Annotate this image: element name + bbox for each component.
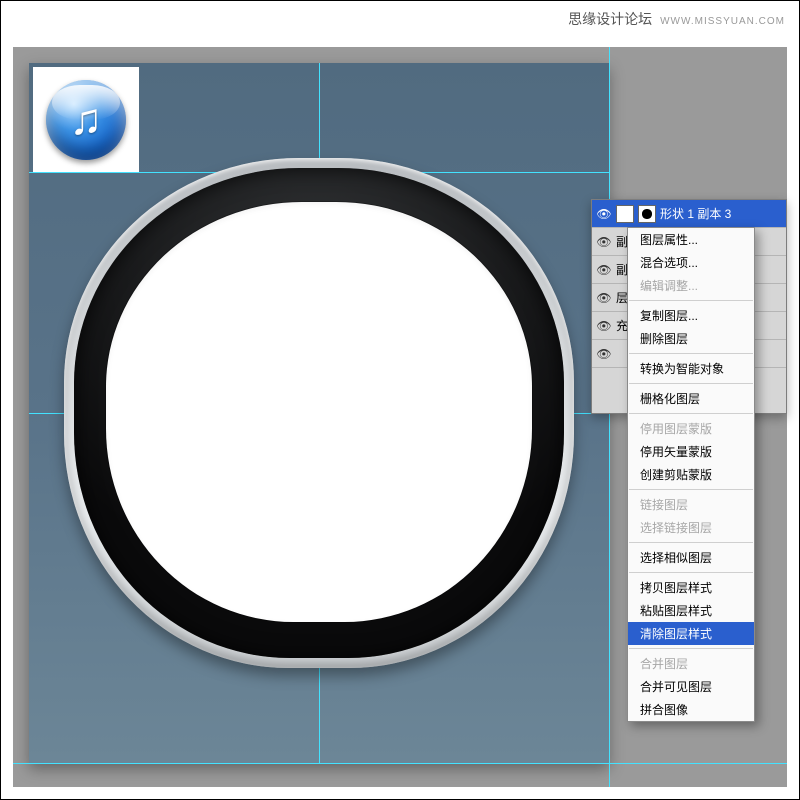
context-menu-item[interactable]: 图层属性... (628, 228, 754, 251)
context-menu-item: 停用图层蒙版 (628, 417, 754, 440)
context-menu-item[interactable]: 拷贝图层样式 (628, 576, 754, 599)
context-menu-item[interactable]: 停用矢量蒙版 (628, 440, 754, 463)
shape-dark-ring (74, 168, 564, 658)
menu-separator (629, 413, 753, 414)
watermark-text: 思缘设计论坛 (568, 9, 652, 29)
layer-name-label[interactable]: 形状 1 副本 3 (660, 205, 782, 222)
context-menu-item[interactable]: 删除图层 (628, 327, 754, 350)
context-menu-item[interactable]: 选择相似图层 (628, 546, 754, 569)
shape-outer-bevel[interactable] (64, 158, 574, 668)
workspace: ♫ 👁形状 1 副本 3👁副本 2👁副本👁层👁充 1👁 图层属性...混合选项.… (13, 47, 787, 787)
menu-separator (629, 542, 753, 543)
visibility-eye-icon[interactable]: 👁 (596, 291, 612, 305)
menu-separator (629, 300, 753, 301)
menu-separator (629, 489, 753, 490)
menu-separator (629, 353, 753, 354)
visibility-eye-icon[interactable]: 👁 (596, 319, 612, 333)
layer-context-menu[interactable]: 图层属性...混合选项...编辑调整... 复制图层...删除图层转换为智能对象栅… (627, 227, 755, 722)
itunes-icon: ♫ (46, 80, 126, 160)
context-menu-item: 链接图层 (628, 493, 754, 516)
context-menu-item: 合并图层 (628, 652, 754, 675)
context-menu-item[interactable]: 混合选项... (628, 251, 754, 274)
menu-separator (629, 572, 753, 573)
context-menu-item[interactable]: 拼合图像 (628, 698, 754, 721)
context-menu-item[interactable]: 清除图层样式 (628, 622, 754, 645)
context-menu-item[interactable]: 创建剪贴蒙版 (628, 463, 754, 486)
reference-thumbnail: ♫ (33, 67, 139, 173)
screenshot-frame: 思缘设计论坛 WWW.MISSYUAN.COM ♫ (0, 0, 800, 800)
document-canvas[interactable]: ♫ (29, 63, 609, 763)
context-menu-item[interactable]: 栅格化图层 (628, 387, 754, 410)
guide-vertical-right[interactable] (609, 47, 610, 787)
shape-white-fill (106, 202, 532, 622)
layer-thumb (616, 205, 634, 223)
watermark: 思缘设计论坛 WWW.MISSYUAN.COM (568, 9, 785, 29)
context-menu-item: 编辑调整... (628, 274, 754, 297)
visibility-eye-icon[interactable]: 👁 (596, 263, 612, 277)
music-note-icon: ♫ (46, 80, 126, 160)
menu-separator (629, 383, 753, 384)
context-menu-item[interactable]: 复制图层... (628, 304, 754, 327)
layer-row[interactable]: 👁 形状 1 副本 3 (592, 200, 786, 228)
layer-mask-thumb (638, 205, 656, 223)
visibility-eye-icon[interactable]: 👁 (596, 347, 612, 361)
watermark-url: WWW.MISSYUAN.COM (660, 16, 785, 27)
menu-separator (629, 648, 753, 649)
context-menu-item[interactable]: 粘贴图层样式 (628, 599, 754, 622)
context-menu-item[interactable]: 合并可见图层 (628, 675, 754, 698)
guide-horizontal-bottom[interactable] (13, 763, 787, 764)
context-menu-item[interactable]: 转换为智能对象 (628, 357, 754, 380)
visibility-eye-icon[interactable]: 👁 (596, 235, 612, 249)
visibility-eye-icon[interactable]: 👁 (596, 207, 612, 221)
context-menu-item: 选择链接图层 (628, 516, 754, 539)
